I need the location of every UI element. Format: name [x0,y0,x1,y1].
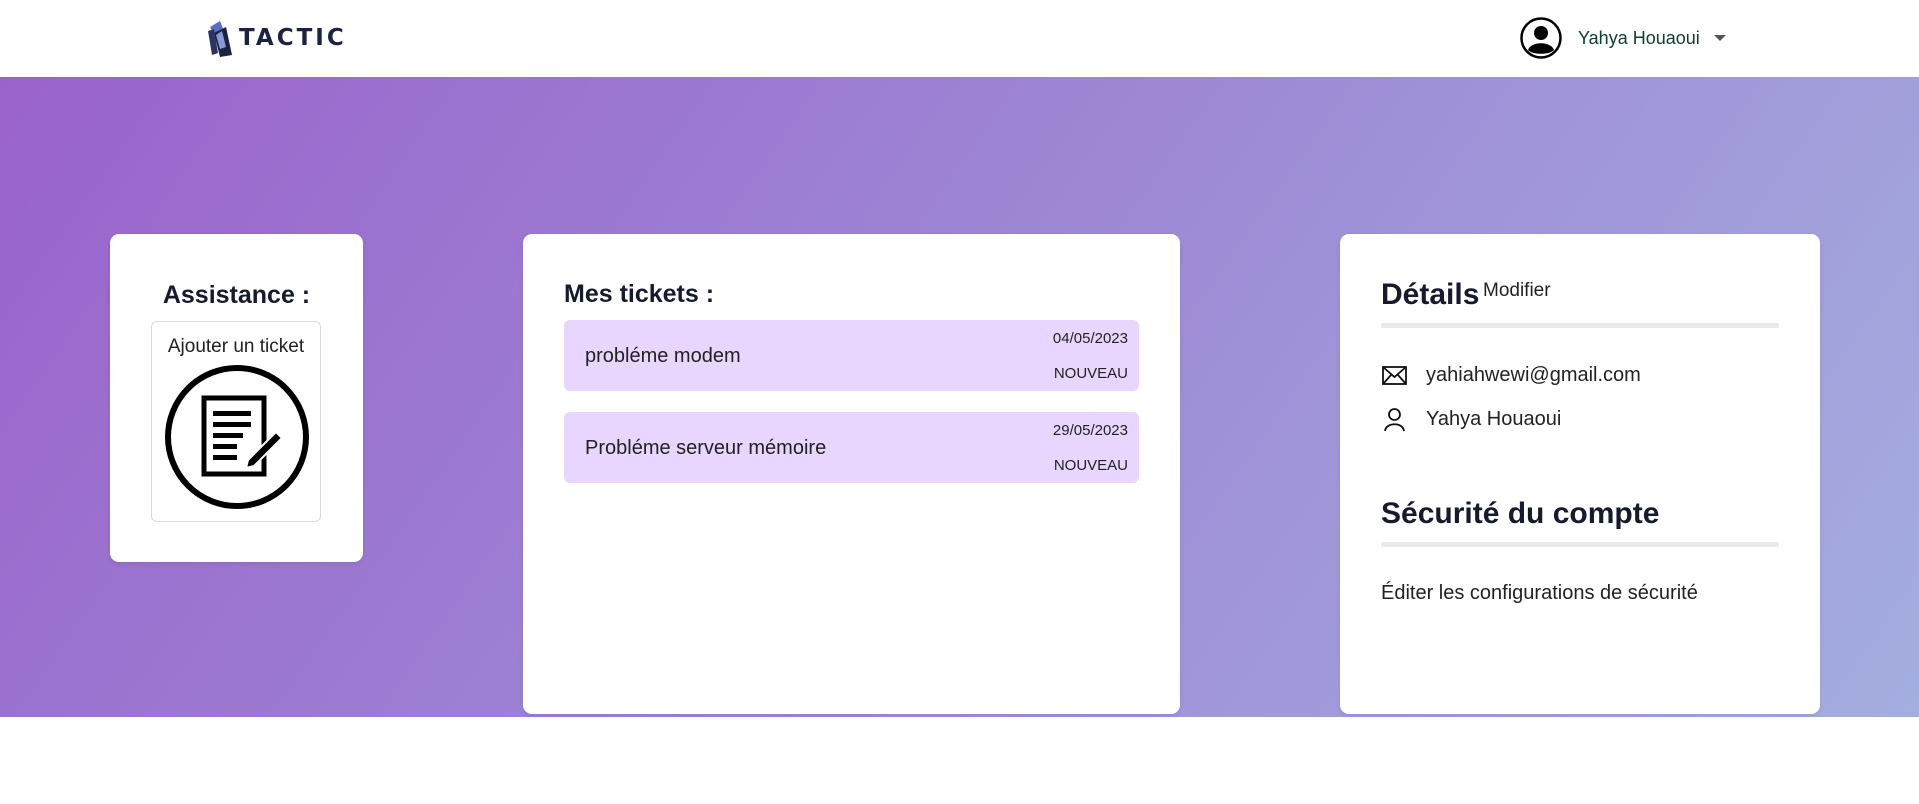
ticket-item[interactable]: probléme modem 04/05/2023 NOUVEAU [564,320,1139,391]
tickets-title: Mes tickets : [564,280,715,308]
user-full-name: Yahya Houaoui [1426,408,1562,430]
brand-logo-icon [208,21,232,57]
ticket-status: NOUVEAU [1053,365,1128,382]
ticket-subject: probléme modem [585,345,741,367]
security-title: Sécurité du compte [1381,497,1660,530]
user-menu-toggle[interactable]: Yahya Houaoui [1520,16,1726,60]
envelope-icon [1382,366,1407,385]
document-edit-icon [165,365,309,509]
security-divider [1381,542,1779,547]
email-row: yahiahwewi@gmail.com [1381,362,1641,389]
brand-name: TACTIC [239,25,347,51]
edit-details-link[interactable]: Modifier [1483,280,1551,302]
details-card: Détails Modifier yahiahwewi@gmail.com Ya… [1340,234,1820,714]
ticket-date: 29/05/2023 [1052,422,1128,439]
brand-logo[interactable]: TACTIC [206,17,347,59]
add-ticket-label: Ajouter un ticket [167,336,305,357]
edit-security-link[interactable]: Éditer les configurations de sécurité [1381,582,1698,605]
dashboard-banner: Assistance : Ajouter un ticket Mes ticke… [0,77,1919,717]
top-navbar: TACTIC Yahya Houaoui [0,0,1919,77]
user-name: Yahya Houaoui [1578,27,1700,48]
name-row: Yahya Houaoui [1381,406,1561,433]
tickets-card: Mes tickets : probléme modem 04/05/2023 … [523,234,1180,714]
add-ticket-button[interactable]: Ajouter un ticket [151,321,321,522]
assistance-card: Assistance : Ajouter un ticket [110,234,363,562]
ticket-item[interactable]: Probléme serveur mémoire 29/05/2023 NOUV… [564,412,1139,483]
person-icon [1384,408,1405,432]
details-divider [1381,323,1779,328]
ticket-date: 04/05/2023 [1052,330,1128,347]
details-title: Détails [1381,278,1480,311]
ticket-status: NOUVEAU [1053,457,1128,474]
user-circle-icon [1520,17,1562,59]
assistance-title: Assistance : [162,281,311,309]
ticket-subject: Probléme serveur mémoire [585,437,827,459]
caret-down-icon [1713,35,1726,41]
user-email: yahiahwewi@gmail.com [1426,364,1641,386]
